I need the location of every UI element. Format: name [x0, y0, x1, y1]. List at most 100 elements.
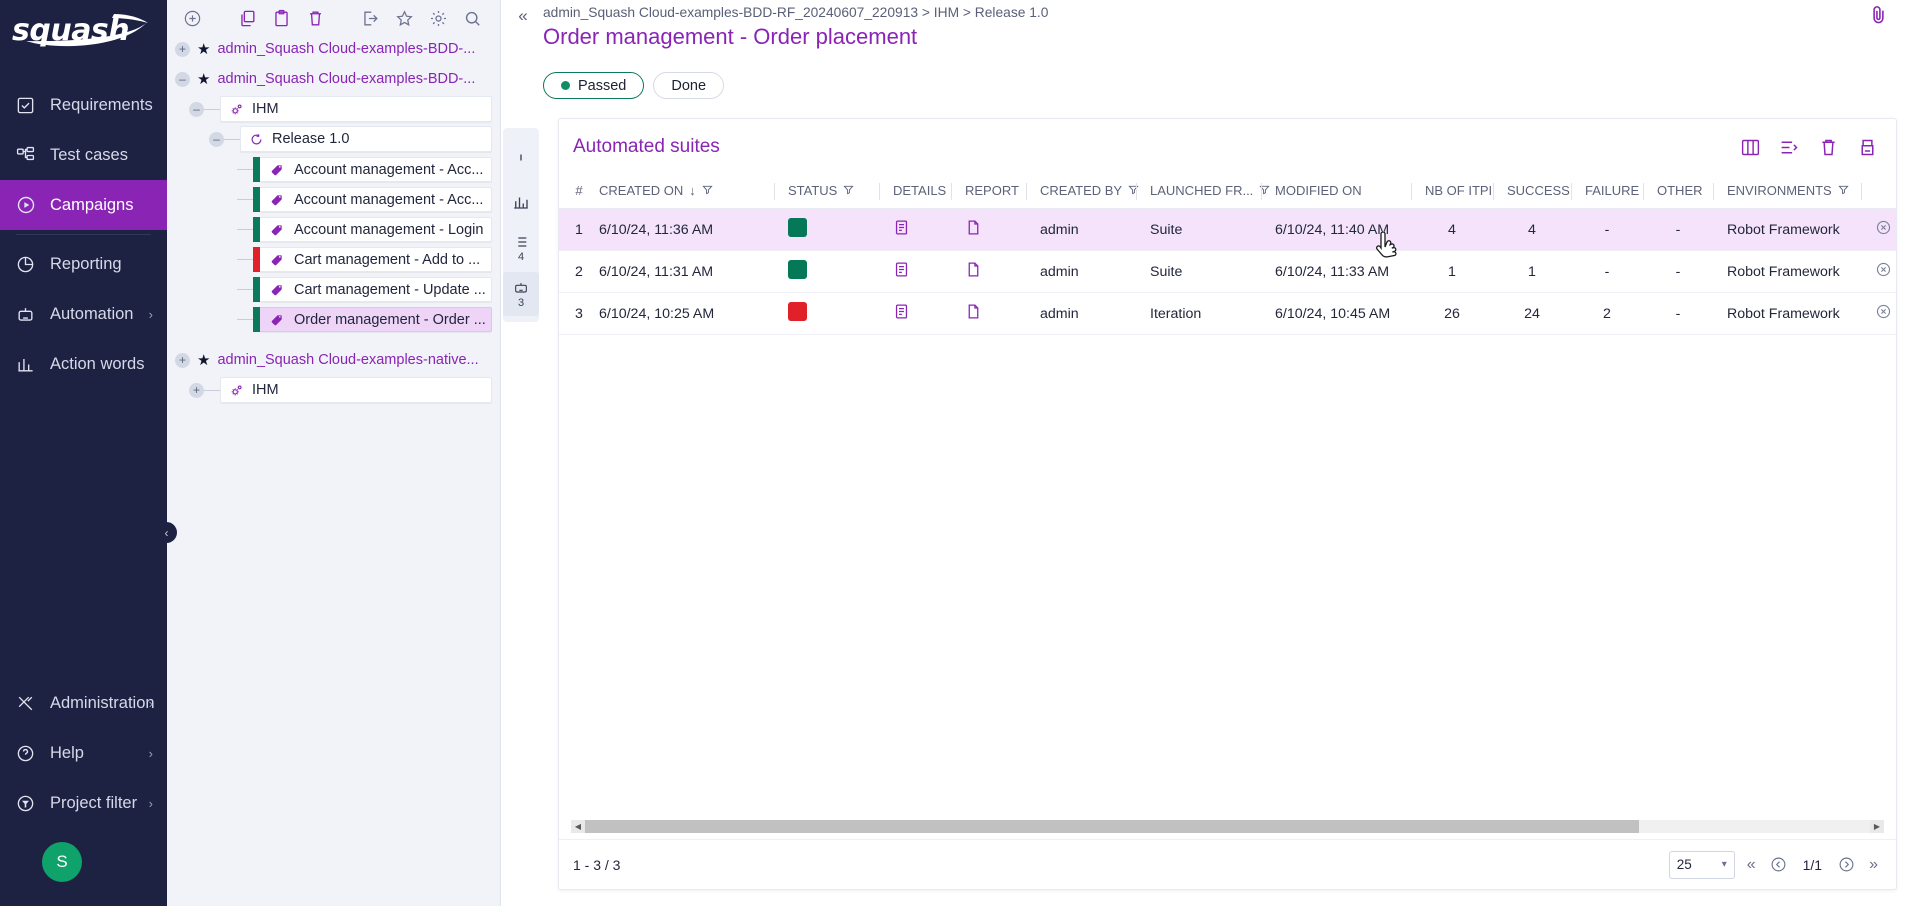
tree-project-row[interactable]: – ★ admin_Squash Cloud-examples-BDD-...: [167, 66, 500, 92]
table-row[interactable]: 1 6/10/24, 11:36 AM admin Suite 6/1: [559, 209, 1896, 251]
col-created-by[interactable]: CREATED BY: [1026, 175, 1136, 209]
details-icon[interactable]: [893, 303, 910, 320]
sidebar-item-action-words[interactable]: Action words: [0, 339, 167, 389]
expander-icon[interactable]: +: [175, 42, 190, 57]
favorite-star-icon[interactable]: ★: [197, 40, 210, 58]
tree-iteration-row[interactable]: Cart management - Update ...: [167, 276, 500, 303]
prev-page-button[interactable]: [1768, 856, 1789, 873]
chart-icon[interactable]: [503, 180, 539, 224]
sidebar-item-administration[interactable]: Administration ›: [0, 678, 167, 728]
first-page-button[interactable]: «: [1745, 856, 1758, 874]
settings-gear-icon[interactable]: [422, 2, 456, 34]
filter-icon[interactable]: [702, 183, 713, 198]
sidebar-item-project-filter[interactable]: Project filter ›: [0, 778, 167, 828]
cell-details[interactable]: [879, 293, 951, 335]
list-icon[interactable]: 4: [503, 226, 539, 270]
tree-iteration-box[interactable]: Account management - Acc...: [260, 157, 492, 182]
cell-details[interactable]: [879, 209, 951, 251]
expander-icon[interactable]: +: [189, 383, 204, 398]
cancel-icon[interactable]: [1875, 261, 1892, 278]
report-icon[interactable]: [965, 219, 982, 236]
expander-icon[interactable]: –: [209, 132, 224, 147]
tree-project-row[interactable]: + ★ admin_Squash Cloud-examples-native..…: [167, 347, 500, 373]
col-launched-from[interactable]: LAUNCHED FR...: [1136, 175, 1261, 209]
sidebar-item-requirements[interactable]: Requirements: [0, 80, 167, 130]
avatar[interactable]: S: [42, 842, 82, 882]
tree-iteration-box[interactable]: Cart management - Add to ...: [260, 247, 492, 272]
panel-collapse-button[interactable]: «: [511, 6, 535, 26]
next-page-button[interactable]: [1836, 856, 1857, 873]
tree-iteration-box[interactable]: Order management - Order ...: [260, 307, 492, 332]
tree-node-release[interactable]: – Release 1.0: [167, 126, 500, 152]
col-environments[interactable]: ENVIRONMENTS: [1713, 175, 1861, 209]
export-icon[interactable]: [1857, 137, 1878, 158]
table-row[interactable]: 2 6/10/24, 11:31 AM admin Suite 6/1: [559, 251, 1896, 293]
sidebar-item-help[interactable]: Help ›: [0, 728, 167, 778]
paperclip-icon[interactable]: [1868, 4, 1889, 30]
tree-iteration-row-selected[interactable]: Order management - Order ...: [167, 306, 500, 333]
scroll-thumb[interactable]: [585, 820, 1639, 833]
horizontal-scrollbar[interactable]: ◀ ▶: [571, 820, 1884, 839]
copy-icon[interactable]: [230, 2, 264, 34]
cancel-icon[interactable]: [1875, 303, 1892, 320]
last-page-button[interactable]: »: [1867, 856, 1880, 874]
info-icon[interactable]: [503, 134, 539, 178]
columns-settings-icon[interactable]: [1740, 137, 1761, 158]
delete-icon[interactable]: [1818, 137, 1839, 158]
report-icon[interactable]: [965, 261, 982, 278]
scroll-track[interactable]: [585, 820, 1870, 833]
tree-iteration-row[interactable]: Cart management - Add to ...: [167, 246, 500, 273]
tree-node-ihm[interactable]: – IHM: [167, 96, 500, 122]
col-created-on[interactable]: CREATED ON ↓: [599, 175, 774, 209]
tag-icon: [270, 163, 284, 177]
report-icon[interactable]: [965, 303, 982, 320]
tree-iteration-row[interactable]: Account management - Acc...: [167, 156, 500, 183]
filter-icon[interactable]: [1838, 183, 1849, 198]
sort-desc-icon[interactable]: ↓: [689, 183, 696, 198]
expander-icon[interactable]: +: [175, 353, 190, 368]
export-icon[interactable]: [354, 2, 388, 34]
tree-iteration-row[interactable]: Account management - Login: [167, 216, 500, 243]
sidebar-item-automation[interactable]: Automation ›: [0, 289, 167, 339]
sidebar-item-campaigns[interactable]: Campaigns: [0, 180, 167, 230]
page-size-select[interactable]: 25 ▾: [1669, 851, 1735, 879]
scroll-left-arrow-icon[interactable]: ◀: [571, 820, 585, 833]
tree-node-ihm[interactable]: + IHM: [167, 377, 500, 403]
status-badge-passed[interactable]: Passed: [543, 72, 644, 99]
expander-icon[interactable]: –: [189, 102, 204, 117]
tree-node-box[interactable]: IHM: [220, 96, 492, 122]
sidebar-item-reporting[interactable]: Reporting: [0, 239, 167, 289]
cell-report[interactable]: [951, 251, 1026, 293]
tree-iteration-box[interactable]: Account management - Login: [260, 217, 492, 242]
col-status[interactable]: STATUS: [774, 175, 879, 209]
details-icon[interactable]: [893, 261, 910, 278]
tree-node-box[interactable]: Release 1.0: [240, 126, 492, 152]
add-icon[interactable]: [175, 2, 209, 34]
cell-details[interactable]: [879, 251, 951, 293]
cancel-icon[interactable]: [1875, 219, 1892, 236]
expander-icon[interactable]: –: [175, 72, 190, 87]
sidebar-item-test-cases[interactable]: Test cases: [0, 130, 167, 180]
details-icon[interactable]: [893, 219, 910, 236]
tree-iteration-box[interactable]: Cart management - Update ...: [260, 277, 492, 302]
paste-icon[interactable]: [264, 2, 298, 34]
sidebar-collapse-button[interactable]: ‹: [156, 522, 177, 543]
favorite-star-icon[interactable]: [388, 2, 422, 34]
tree-iteration-row[interactable]: Account management - Acc...: [167, 186, 500, 213]
tree-iteration-box[interactable]: Account management - Acc...: [260, 187, 492, 212]
cell-report[interactable]: [951, 293, 1026, 335]
scroll-right-arrow-icon[interactable]: ▶: [1870, 820, 1884, 833]
tree-node-box[interactable]: IHM: [220, 377, 492, 403]
filter-rows-icon[interactable]: [1779, 137, 1800, 158]
table-row[interactable]: 3 6/10/24, 10:25 AM admin Iteration: [559, 293, 1896, 335]
automation-icon[interactable]: 3: [503, 272, 539, 316]
tree-project-row[interactable]: + ★ admin_Squash Cloud-examples-BDD-...: [167, 36, 500, 62]
favorite-star-icon[interactable]: ★: [197, 70, 210, 88]
status-badge-done[interactable]: Done: [653, 72, 724, 99]
search-icon[interactable]: [456, 2, 490, 34]
filter-icon[interactable]: [843, 183, 854, 198]
app-logo[interactable]: squash: [0, 0, 167, 62]
cell-report[interactable]: [951, 209, 1026, 251]
favorite-star-icon[interactable]: ★: [197, 351, 210, 369]
delete-icon[interactable]: [298, 2, 332, 34]
